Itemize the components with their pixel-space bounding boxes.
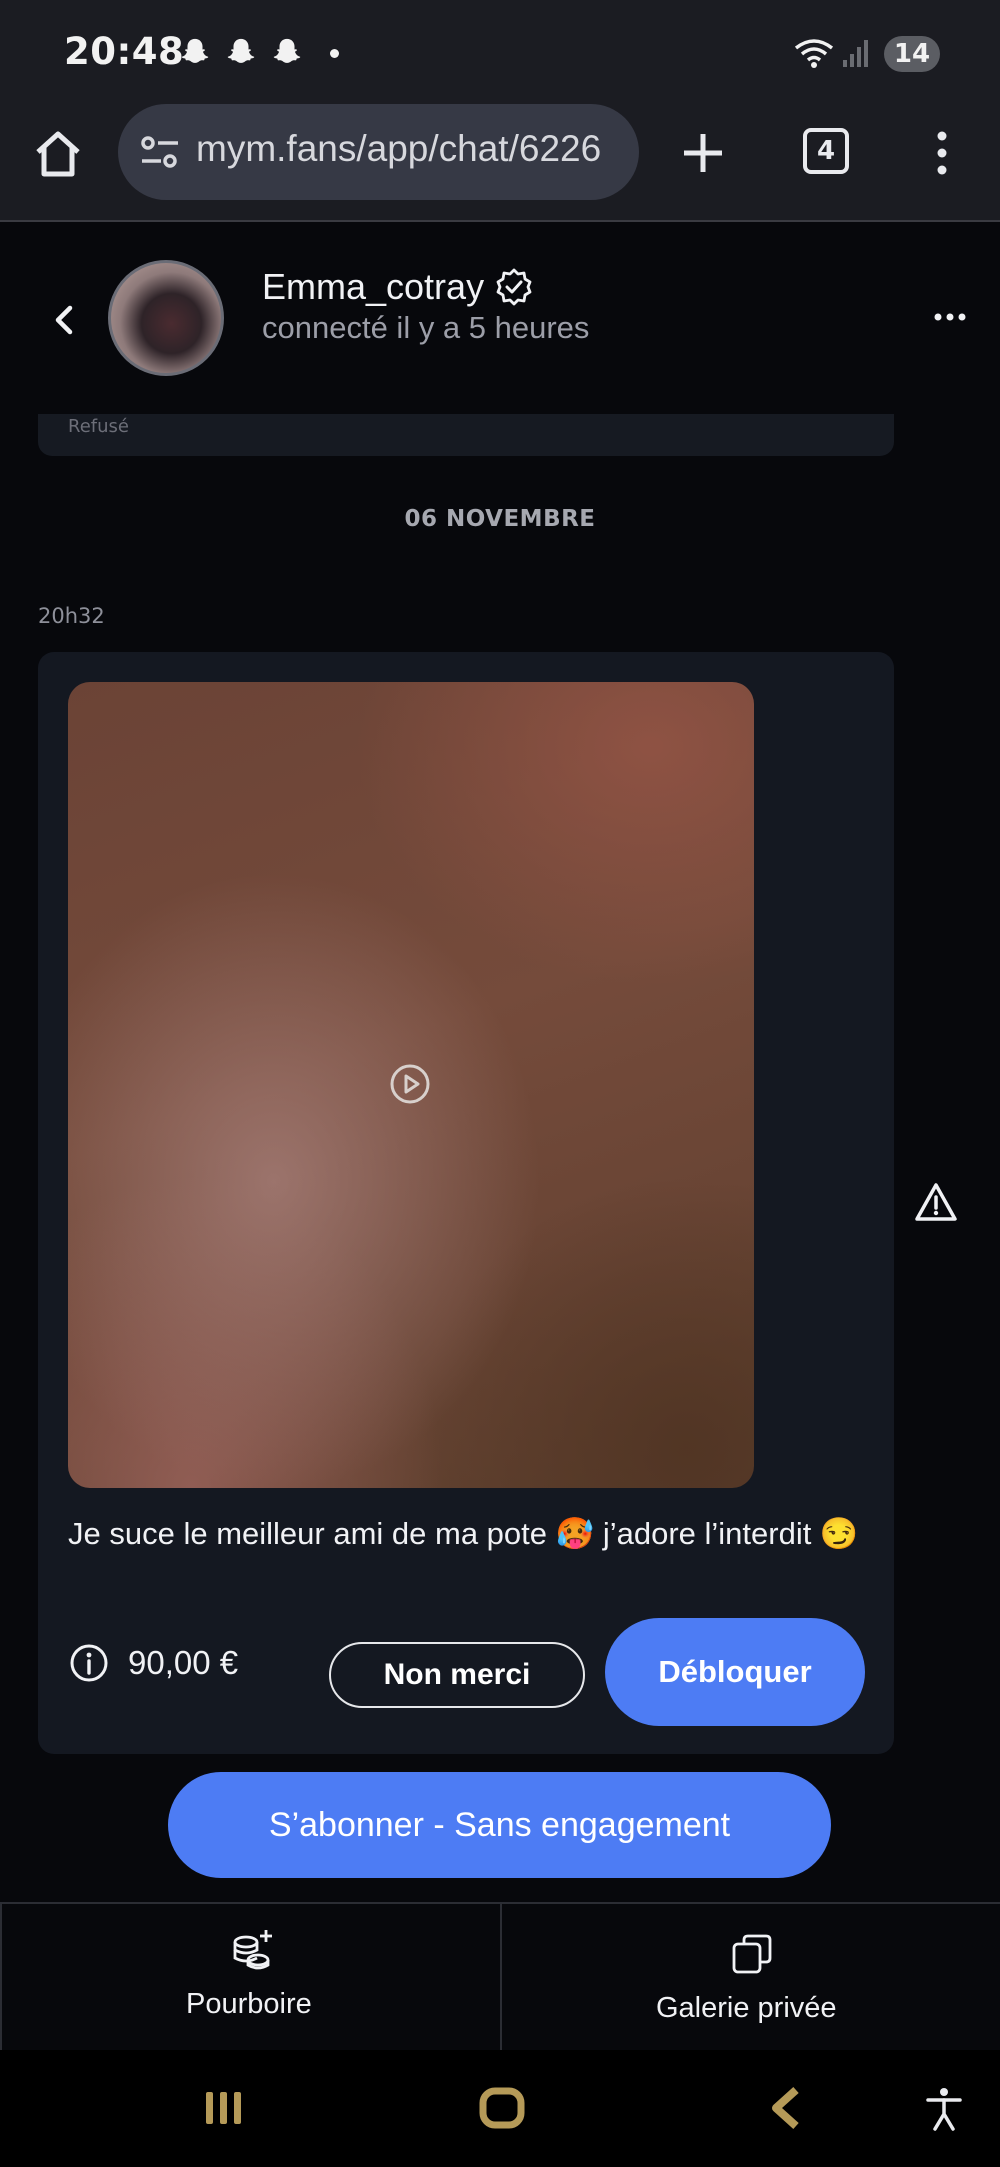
price-label: 90,00 €	[128, 1644, 239, 1681]
coins-plus-icon	[233, 1930, 272, 1970]
date-separator: 06 NOVEMBRE	[404, 506, 596, 532]
paid-message-card: Je suce le meilleur ami de ma pote 🥵 j’a…	[38, 652, 894, 1754]
previous-message-card: Refusé	[38, 414, 894, 456]
gallery-label[interactable]: Galerie privée	[656, 1992, 837, 2025]
presence-status: connecté il y a 5 heures	[262, 310, 590, 345]
verified-badge-icon	[496, 268, 532, 306]
avatar[interactable]	[108, 260, 224, 376]
tip-button[interactable]: Pourboire	[0, 1904, 500, 2050]
gallery-copy-icon	[732, 1934, 772, 1974]
notification-icons	[178, 36, 339, 70]
home-icon[interactable]	[30, 126, 86, 182]
accessibility-icon[interactable]	[924, 2086, 964, 2132]
price-row: 90,00 €	[68, 1642, 238, 1684]
message-text: Je suce le meilleur ami de ma pote 🥵 j’a…	[68, 1516, 859, 1551]
creator-name[interactable]: Emma_cotray	[262, 266, 484, 308]
play-icon[interactable]	[388, 1062, 432, 1106]
battery-indicator: 14	[884, 36, 940, 72]
status-time: 20:48	[64, 30, 185, 73]
creator-name-row[interactable]: Emma_cotray	[262, 266, 534, 308]
browser-toolbar: mym.fans/app/chat/6226 4	[0, 104, 1000, 222]
site-settings-icon[interactable]	[140, 134, 180, 170]
previous-message-status: Refusé	[68, 416, 129, 437]
url-text[interactable]: mym.fans/app/chat/6226	[196, 128, 626, 170]
chat-thread[interactable]: Refusé 06 NOVEMBRE 20h32 Je suce le meil…	[0, 414, 1000, 1904]
recent-apps-icon[interactable]	[202, 2088, 246, 2128]
new-tab-icon[interactable]	[680, 130, 726, 176]
chat-header: Emma_cotray connecté il y a 5 heures	[0, 224, 1000, 414]
report-warning-icon[interactable]	[914, 1182, 958, 1222]
subscribe-button[interactable]: S’abonner - Sans engagement	[168, 1772, 831, 1878]
chat-action-bar: Pourboire Galerie privée	[0, 1902, 1000, 2050]
back-nav-icon[interactable]	[768, 2086, 804, 2130]
signal-icon	[843, 40, 868, 67]
tab-switcher-button[interactable]: 4	[803, 128, 849, 174]
browser-menu-icon[interactable]	[924, 130, 960, 176]
home-nav-icon[interactable]	[478, 2086, 526, 2130]
decline-button[interactable]: Non merci	[329, 1642, 585, 1708]
wifi-icon	[794, 39, 834, 68]
tip-label[interactable]: Pourboire	[186, 1988, 312, 2021]
private-gallery-button[interactable]: Galerie privée	[500, 1904, 1000, 2050]
status-bar: 20:48 14	[0, 0, 1000, 104]
locked-video-preview[interactable]	[68, 682, 754, 1488]
info-icon[interactable]	[68, 1642, 110, 1684]
back-arrow-icon[interactable]	[48, 302, 80, 338]
snapchat-icon	[227, 38, 255, 63]
notification-dot	[330, 48, 339, 58]
snapchat-icon	[273, 38, 301, 63]
address-bar[interactable]: mym.fans/app/chat/6226	[118, 104, 639, 200]
more-options-icon[interactable]	[934, 310, 966, 324]
snapchat-icon	[181, 38, 209, 63]
message-time: 20h32	[38, 604, 105, 628]
unlock-button[interactable]: Débloquer	[605, 1618, 865, 1726]
system-navigation-bar	[0, 2050, 1000, 2167]
